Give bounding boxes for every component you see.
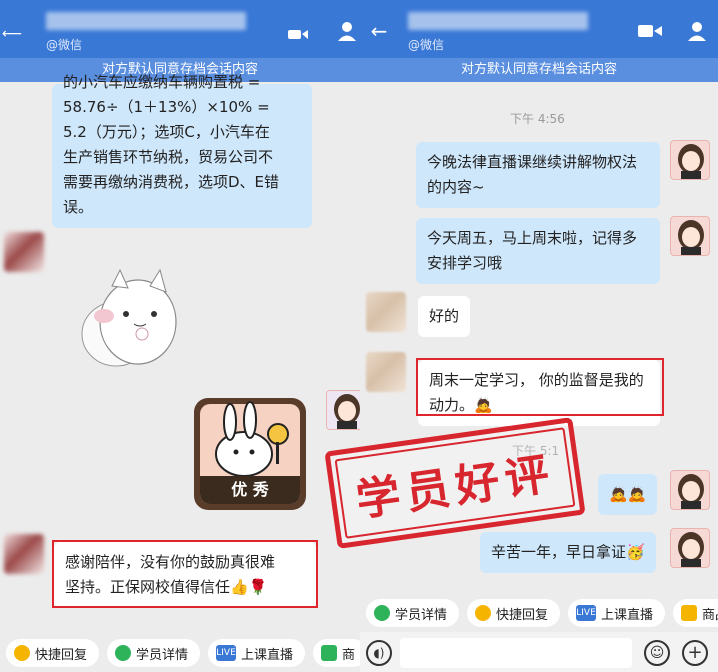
quick-reply-chip[interactable]: 快捷回复 (467, 599, 561, 627)
cat-hug-sticker (64, 264, 184, 368)
message-line: 的内容~ (427, 178, 485, 196)
message-line: 的小汽车应缴纳车辆购置税 = (63, 73, 261, 91)
video-call-icon[interactable] (638, 24, 662, 38)
live-class-chip[interactable]: LIVE 上课直播 (568, 599, 666, 627)
timestamp: 下午 4:56 (510, 112, 565, 126)
student-detail-chip[interactable]: 学员详情 (366, 599, 460, 627)
contact-source-label: @微信 (46, 38, 83, 52)
agent-avatar[interactable] (670, 140, 710, 180)
agent-avatar[interactable] (670, 528, 710, 568)
message-line: 5.2（万元）；选项C，小汽车在 (63, 123, 270, 141)
live-class-chip[interactable]: LIVE 上课直播 (208, 639, 306, 667)
highlight-box (52, 540, 318, 608)
student-avatar[interactable] (4, 534, 44, 574)
chip-label: 上课直播 (241, 647, 294, 663)
voice-icon[interactable]: ◖) (366, 640, 392, 666)
highlight-box (416, 358, 664, 416)
contact-name-blurred (46, 12, 246, 30)
product-chip[interactable]: 商 (313, 639, 360, 667)
message-input[interactable] (400, 638, 632, 668)
chip-label: 商 (342, 647, 356, 663)
chip-label: 学员详情 (395, 607, 448, 623)
left-chat-panel: ⟵ @微信 对方默认同意存档会话内容 的小汽车应缴纳车辆购置税 = 58.76÷… (0, 0, 360, 672)
agent-avatar[interactable] (326, 390, 360, 430)
message-line: 安排学习哦 (427, 254, 503, 272)
archive-notice: 对方默认同意存档会话内容 (360, 58, 718, 82)
left-chat-header: ⟵ @微信 (0, 0, 360, 58)
list-icon (681, 605, 698, 621)
message-bubble: 今天周五，马上周末啦，记得多 安排学习哦 (416, 218, 660, 284)
profile-icon[interactable] (336, 20, 358, 42)
user-icon (374, 605, 390, 621)
chip-label: 快捷回复 (35, 647, 88, 663)
chat-bubble-icon (14, 645, 30, 661)
back-arrow-icon[interactable]: ⟵ (2, 26, 22, 42)
left-quick-toolbar: 快捷回复 学员详情 LIVE 上课直播 商 (0, 636, 360, 670)
chip-label: 商品 (702, 607, 718, 623)
message-line: 生产销售环节纳税，贸易公司不 (63, 148, 274, 166)
sticker-caption: 优 秀 (200, 476, 300, 504)
excellent-rabbit-sticker: 优 秀 (194, 398, 306, 510)
message-bubble: 🙇🙇 (598, 474, 658, 515)
input-bar: ◖) ☺ + (360, 632, 718, 672)
contact-source-label: @微信 (408, 38, 445, 52)
message-line: 误。 (63, 198, 94, 216)
message-bubble: 今晚法律直播课继续讲解物权法 的内容~ (416, 142, 660, 208)
right-chat-header: ← @微信 (360, 0, 718, 58)
right-chat-panel: ← @微信 对方默认同意存档会话内容 下午 4:56 今晚法律直播课继续讲解物权… (360, 0, 718, 672)
message-bubble: 辛苦一年，早日拿证🥳 (480, 532, 656, 573)
message-line: 今晚法律直播课继续讲解物权法 (427, 153, 638, 171)
product-chip[interactable]: 商品 (673, 599, 718, 627)
student-avatar[interactable] (366, 292, 406, 332)
chip-label: 上课直播 (601, 607, 654, 623)
chip-label: 学员详情 (136, 647, 189, 663)
message-line: 58.76÷（1＋13%）×10% = (63, 98, 270, 116)
chip-label: 快捷回复 (496, 607, 549, 623)
video-call-icon[interactable] (288, 28, 308, 40)
quick-reply-chip[interactable]: 快捷回复 (6, 639, 100, 667)
student-detail-chip[interactable]: 学员详情 (107, 639, 201, 667)
message-bubble: 好的 (418, 296, 471, 337)
message-line: 需要再缴纳消费税，选项D、E错 (63, 173, 280, 191)
live-icon: LIVE (216, 645, 237, 661)
plus-icon[interactable]: + (682, 640, 708, 666)
right-quick-toolbar: 学员详情 快捷回复 LIVE上课直播 商品 (360, 596, 718, 630)
student-avatar[interactable] (4, 232, 44, 272)
emoji-icon[interactable]: ☺ (644, 640, 670, 666)
back-arrow-icon[interactable]: ← (368, 19, 390, 43)
list-icon (321, 645, 338, 661)
live-icon: LIVE (576, 605, 597, 621)
user-icon (115, 645, 132, 661)
chat-bubble-icon (475, 605, 492, 621)
message-bubble-explanation: 的小汽车应缴纳车辆购置税 = 58.76÷（1＋13%）×10% = 5.2（万… (52, 73, 312, 228)
contact-name-blurred (408, 12, 588, 30)
agent-avatar[interactable] (670, 470, 710, 510)
student-avatar[interactable] (366, 352, 406, 392)
message-line: 今天周五，马上周末啦，记得多 (427, 229, 638, 247)
profile-icon[interactable] (686, 20, 708, 42)
agent-avatar[interactable] (670, 216, 710, 256)
